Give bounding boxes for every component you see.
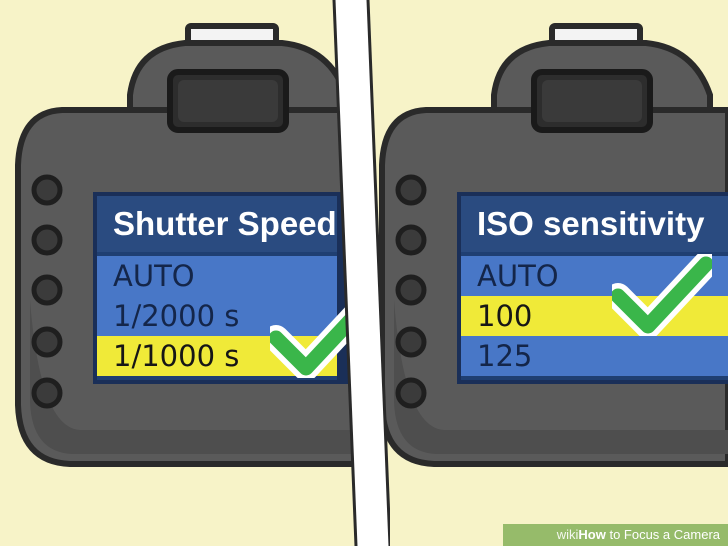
wikihow-footer: wikiHow to Focus a Camera: [503, 524, 728, 546]
menu-option[interactable]: 125: [461, 336, 728, 376]
footer-brand-main: How: [578, 527, 606, 542]
instruction-illustration: Shutter Speed AUTO 1/2000 s 1/1000 s ISO…: [0, 0, 728, 546]
menu-title: ISO sensitivity: [461, 196, 728, 252]
footer-title: to Focus a Camera: [605, 527, 720, 542]
footer-brand-prefix: wiki: [556, 527, 579, 542]
checkmark-icon: [612, 254, 712, 336]
iso-sensitivity-panel: ISO sensitivity AUTO 100 125: [364, 0, 728, 546]
panel-divider: [332, 0, 390, 546]
menu-title: Shutter Speed: [97, 196, 337, 252]
shutter-speed-panel: Shutter Speed AUTO 1/2000 s 1/1000 s: [0, 0, 364, 546]
menu-option[interactable]: AUTO: [97, 256, 337, 296]
